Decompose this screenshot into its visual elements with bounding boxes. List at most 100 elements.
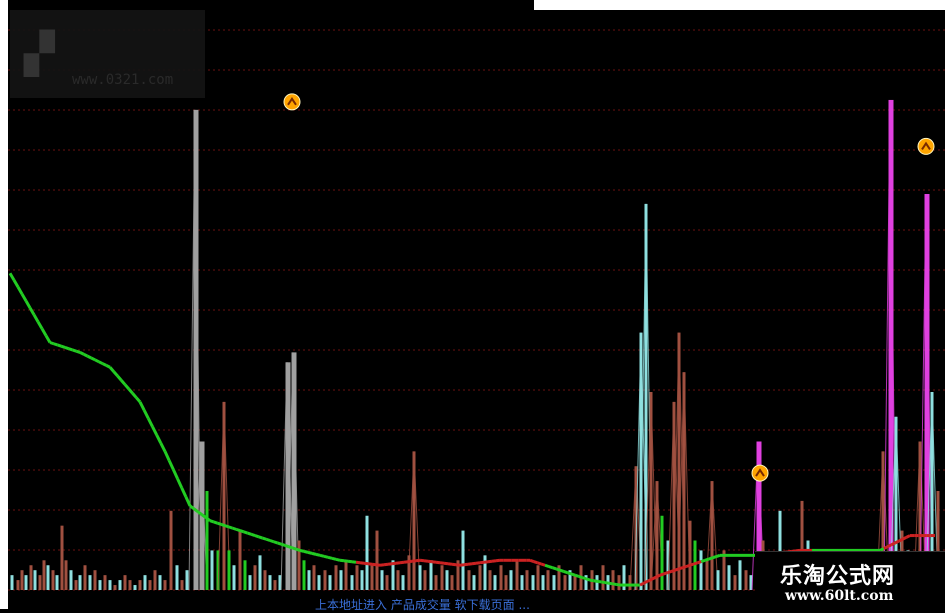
ma-line-segment (50, 343, 54, 344)
ma-line-segment (289, 547, 293, 548)
volume-bar (424, 570, 427, 590)
ma-line-segment (300, 550, 304, 551)
watermark-top-left: ▞ www.0321.com (10, 10, 205, 98)
ma-line-segment (328, 557, 332, 558)
ma-line-segment (80, 352, 84, 354)
ma-line-segment (709, 558, 713, 559)
volume-bar (542, 575, 545, 590)
ma-line-segment (568, 573, 572, 574)
volume-bar (602, 565, 605, 590)
ma-line-segment (888, 545, 892, 547)
top-right-white-band (534, 0, 945, 10)
ma-line-segment (586, 579, 590, 580)
volume-bar (17, 580, 20, 590)
volume-bar (361, 570, 364, 590)
ma-line-segment (664, 573, 668, 574)
volume-bar (351, 575, 354, 590)
volume-bar (745, 570, 748, 590)
volume-bar (114, 585, 117, 590)
volume-bar (186, 570, 189, 590)
ma-line-segment (560, 570, 564, 571)
ma-line-segment (701, 560, 705, 561)
ma-line-segment (884, 547, 888, 549)
volume-bar (500, 565, 503, 590)
volume-bars (11, 100, 940, 590)
ma-line-segment (34, 315, 38, 322)
volume-bar (25, 575, 28, 590)
ma-line-segment (668, 571, 672, 572)
volume-bar (149, 580, 152, 590)
ma-line-segment (186, 497, 190, 506)
volume-bar (376, 531, 379, 590)
ma-line-segment (903, 537, 907, 539)
volume-bar (468, 570, 471, 590)
ma-line-segment (229, 527, 233, 528)
grid-lines (8, 30, 945, 590)
volume-bar (521, 575, 524, 590)
ma-line-segment (259, 537, 263, 538)
ma-line-segment (99, 362, 103, 364)
ma-line-segment (609, 583, 613, 584)
volume-bar (397, 570, 400, 590)
volume-bar (39, 575, 42, 590)
volume-bar (335, 565, 338, 590)
volume-bar (430, 560, 433, 590)
ma-line-segment (895, 541, 899, 543)
ma-line-segment (69, 349, 73, 350)
volume-bar (734, 575, 737, 590)
ma-line-segment (705, 559, 709, 560)
ma-line-segment (556, 569, 560, 570)
volume-bar (47, 565, 50, 590)
ma-line-segment (694, 563, 698, 564)
ma-line-segment (675, 569, 679, 570)
ma-line-segment (133, 393, 137, 397)
ma-line-segment (144, 410, 148, 418)
ma-line-segment (73, 350, 77, 351)
ma-line-segment (121, 380, 125, 384)
ma-line-segment (263, 538, 267, 539)
signal-marker-icon (752, 465, 768, 481)
volume-bar (254, 565, 257, 590)
volume-bar (574, 575, 577, 590)
ma-line-segment (605, 583, 609, 584)
volume-bar (381, 570, 384, 590)
ma-line-segment (148, 418, 152, 426)
ma-line-segment (553, 568, 557, 569)
volume-bar (170, 511, 173, 590)
ma-line-segment (106, 365, 110, 367)
ma-line-segment (549, 566, 553, 567)
ma-line-segment (157, 435, 161, 443)
volume-bar (700, 550, 703, 590)
ma-line-segment (601, 582, 605, 583)
ma-line-segment (336, 559, 340, 560)
ma-line-segment (270, 541, 274, 542)
ma-line-segment (91, 358, 95, 360)
volume-bar (451, 575, 454, 590)
volume-bar (11, 575, 14, 590)
volume-bar (124, 575, 127, 590)
volume-bar (30, 565, 33, 590)
volume-bar (318, 575, 321, 590)
ma-line-segment (153, 427, 157, 435)
ma-line-segment (698, 562, 702, 563)
ma-line-segment (65, 347, 69, 348)
ma-line-segment (541, 564, 545, 565)
ma-line-segment (221, 524, 225, 525)
volume-bar (532, 575, 535, 590)
volume-bar (144, 575, 147, 590)
ma-line-segment (236, 529, 240, 530)
volume-bar (510, 570, 513, 590)
volume-bar (43, 560, 46, 590)
volume-bar (21, 570, 24, 590)
ma-line-segment (278, 543, 282, 544)
volume-bar (269, 575, 272, 590)
ma-line-segment (42, 329, 46, 336)
volume-bar (324, 570, 327, 590)
ma-line-segment (110, 367, 114, 371)
volume-bar (505, 575, 508, 590)
ma-line-segment (564, 571, 568, 572)
ma-line-segment (178, 479, 182, 488)
ma-line-segment (281, 544, 285, 545)
volume-bar (526, 570, 529, 590)
ma-line-segment (103, 364, 107, 366)
